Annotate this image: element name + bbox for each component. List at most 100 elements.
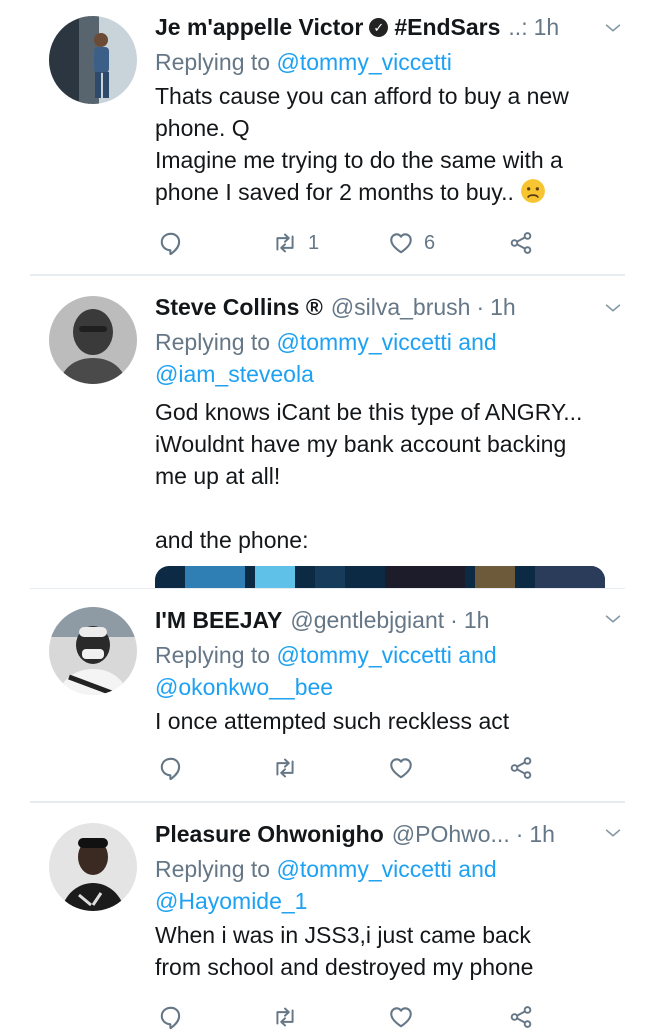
verified-badge-icon: ✓: [369, 17, 389, 37]
retweet-button[interactable]: [272, 1002, 308, 1032]
heart-icon: [388, 755, 414, 781]
display-name[interactable]: Pleasure Ohwonigho: [155, 817, 384, 851]
tweet-text: When i was in JSS3,i just came back from…: [155, 919, 624, 983]
replying-to: Replying to @tommy_viccetti and @okonkwo…: [155, 639, 624, 703]
tweet[interactable]: Je m'appelle Victor ✓ #EndSars ..: 1h Re…: [0, 0, 654, 276]
heart-icon: [388, 230, 414, 256]
user-handle[interactable]: @gentlebjgiant: [290, 603, 444, 637]
avatar[interactable]: [49, 823, 137, 911]
share-icon: [508, 1004, 534, 1030]
user-handle[interactable]: @silva_brush: [331, 290, 471, 324]
share-button[interactable]: [508, 1002, 534, 1032]
reply-icon: [158, 755, 184, 781]
avatar[interactable]: [49, 296, 137, 384]
avatar[interactable]: [49, 607, 137, 695]
replying-to: Replying to @tommy_viccetti and @iam_ste…: [155, 326, 624, 390]
display-name[interactable]: Je m'appelle Victor: [155, 10, 363, 44]
tweet-text-line: from school and destroyed my phone: [155, 954, 534, 980]
mention-link[interactable]: @iam_steveola: [155, 358, 624, 390]
avatar-image: [49, 296, 137, 384]
tweet-text: Thats cause you can afford to buy a new …: [155, 80, 624, 208]
tweet[interactable]: I'M BEEJAY @gentlebjgiant · 1h Replying …: [0, 589, 654, 801]
mention-joiner: and: [458, 856, 497, 882]
tweet-text-line: Imagine me trying to do the same with a: [155, 147, 563, 173]
mention-link[interactable]: @tommy_viccetti: [276, 856, 451, 882]
share-icon: [508, 230, 534, 256]
replying-to-label: Replying to: [155, 49, 271, 75]
chevron-down-icon[interactable]: [602, 822, 624, 844]
separator: ·: [515, 821, 524, 847]
mention-joiner: and: [458, 329, 497, 355]
tweet-header: Je m'appelle Victor ✓ #EndSars ..: 1h: [155, 10, 624, 44]
media-image: [155, 566, 605, 588]
retweet-icon: [272, 230, 298, 256]
tweet-actions: 1 6: [158, 228, 538, 258]
tweet-text: I once attempted such reckless act: [155, 705, 624, 737]
share-icon: [508, 755, 534, 781]
replying-to: Replying to @tommy_viccetti: [155, 46, 624, 78]
tweet-text-line: I once attempted such reckless act: [155, 708, 510, 734]
tweet-header: Pleasure Ohwonigho @POhwo... · 1h: [155, 817, 624, 851]
media-preview[interactable]: [155, 566, 605, 588]
retweet-icon: [272, 1004, 298, 1030]
tweet-text-line: Thats cause you can afford to buy a new: [155, 83, 569, 109]
retweet-count: 1: [308, 231, 320, 254]
avatar-image: [49, 607, 137, 695]
tweet-text-line: When i was in JSS3,i just came back: [155, 922, 531, 948]
heart-icon: [388, 1004, 414, 1030]
chevron-down-icon[interactable]: [602, 17, 624, 39]
like-button[interactable]: 6: [388, 228, 435, 258]
tweet-text-line: phone I saved for 2 months to buy..: [155, 176, 624, 208]
tweet-text-line: phone. Q: [155, 115, 250, 141]
reply-button[interactable]: [158, 753, 184, 783]
tweet-text: God knows iCant be this type of ANGRY...…: [155, 396, 624, 556]
user-handle[interactable]: @POhwo...: [392, 817, 510, 851]
tweet-actions: [158, 1002, 538, 1032]
tweet-text-line: [155, 492, 624, 524]
tweet-header: Steve Collins ® @silva_brush · 1h: [155, 290, 624, 324]
separator: ·: [450, 607, 458, 633]
reply-button[interactable]: [158, 1002, 184, 1032]
worried-face-emoji: [520, 179, 545, 203]
chevron-down-icon[interactable]: [602, 297, 624, 319]
mention-link[interactable]: @tommy_viccetti: [276, 49, 451, 75]
timestamp[interactable]: 1h: [464, 603, 490, 637]
like-button[interactable]: [388, 753, 424, 783]
avatar-image: [49, 16, 137, 104]
reply-icon: [158, 230, 184, 256]
like-count: 6: [424, 231, 436, 254]
tweet-text-line: and the phone:: [155, 527, 309, 553]
separator: ..:: [508, 14, 528, 40]
replying-to-label: Replying to: [155, 329, 271, 355]
mention-link[interactable]: @tommy_viccetti: [276, 329, 451, 355]
avatar-image: [49, 823, 137, 911]
reply-button[interactable]: [158, 228, 184, 258]
avatar[interactable]: [49, 16, 137, 104]
share-button[interactable]: [508, 753, 534, 783]
retweet-icon: [272, 755, 298, 781]
display-name[interactable]: Steve Collins ®: [155, 290, 323, 324]
timestamp[interactable]: 1h: [529, 817, 555, 851]
retweet-button[interactable]: [272, 753, 308, 783]
reply-icon: [158, 1004, 184, 1030]
separator: ·: [476, 294, 485, 320]
timestamp[interactable]: 1h: [490, 290, 516, 324]
display-name[interactable]: I'M BEEJAY: [155, 603, 282, 637]
tweet[interactable]: Steve Collins ® @silva_brush · 1h Replyi…: [0, 276, 654, 588]
tweet-header: I'M BEEJAY @gentlebjgiant · 1h: [155, 603, 624, 637]
mention-link[interactable]: @Hayomide_1: [155, 885, 624, 917]
replying-to-label: Replying to: [155, 856, 271, 882]
mention-joiner: and: [458, 642, 497, 668]
tweet-text-line: me up at all!: [155, 463, 281, 489]
mention-link[interactable]: @tommy_viccetti: [276, 642, 451, 668]
share-button[interactable]: [508, 228, 534, 258]
retweet-button[interactable]: 1: [272, 228, 319, 258]
replying-to-label: Replying to: [155, 642, 271, 668]
timestamp[interactable]: 1h: [534, 10, 560, 44]
tweet-actions: [158, 753, 538, 783]
chevron-down-icon[interactable]: [602, 608, 624, 630]
mention-link[interactable]: @okonkwo__bee: [155, 671, 624, 703]
replying-to: Replying to @tommy_viccetti and @Hayomid…: [155, 853, 624, 917]
tweet[interactable]: Pleasure Ohwonigho @POhwo... · 1h Replyi…: [0, 803, 654, 1032]
like-button[interactable]: [388, 1002, 424, 1032]
